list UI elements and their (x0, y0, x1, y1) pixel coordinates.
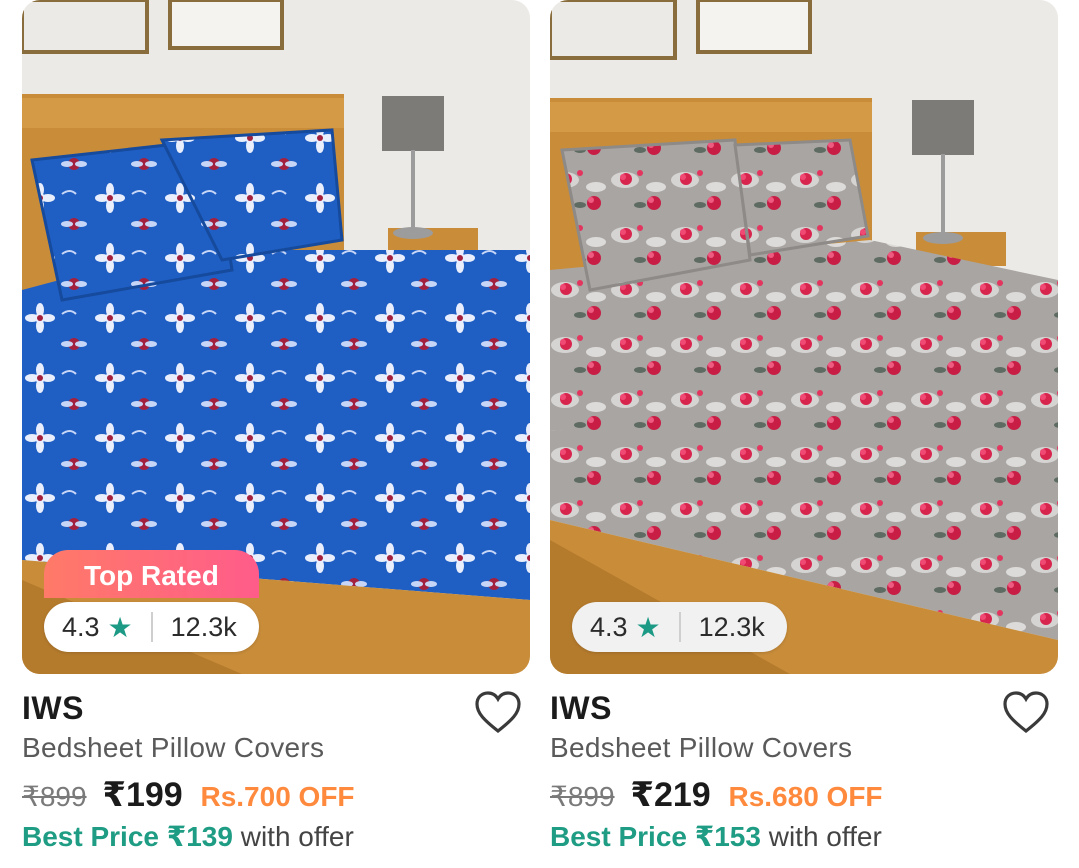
rating-value: 4.3 (62, 611, 100, 642)
top-rated-badge: Top Rated (44, 550, 259, 598)
product-card[interactable]: Top Rated 4.3 ★ 12.3k IWS Bedsheet Pillo… (22, 0, 530, 868)
brand-name: IWS (550, 690, 612, 726)
best-price-row: Best Price ₹139 with offer (22, 820, 354, 853)
discount-label: Rs.680 OFF (728, 781, 883, 812)
offer-suffix: with offer (768, 821, 882, 852)
heart-icon[interactable] (474, 690, 522, 734)
bedsheet-grey-image (550, 0, 1058, 674)
rating-pill: 4.3 ★ 12.3k (572, 602, 787, 652)
rating-pill: 4.3 ★ 12.3k (44, 602, 259, 652)
sale-price: ₹199 (102, 776, 183, 814)
heart-icon[interactable] (1002, 690, 1050, 734)
rating-divider (678, 612, 681, 642)
product-title: Bedsheet Pillow Covers (550, 732, 853, 763)
star-icon: ★ (635, 611, 661, 643)
review-count: 12.3k (170, 611, 237, 642)
best-price: Best Price ₹139 (22, 821, 233, 852)
price-row: ₹899 ₹219 Rs.680 OFF (550, 775, 883, 815)
discount-label: Rs.700 OFF (200, 781, 355, 812)
rating-value: 4.3 (590, 611, 628, 642)
original-price: ₹899 (22, 781, 87, 812)
offer-suffix: with offer (240, 821, 354, 852)
product-title: Bedsheet Pillow Covers (22, 732, 325, 763)
star-icon: ★ (107, 611, 133, 643)
price-row: ₹899 ₹199 Rs.700 OFF (22, 775, 355, 815)
product-image[interactable]: Top Rated 4.3 ★ 12.3k (22, 0, 530, 674)
product-image[interactable]: 4.3 ★ 12.3k (550, 0, 1058, 674)
best-price: Best Price ₹153 (550, 821, 761, 852)
brand-name: IWS (22, 690, 84, 726)
sale-price: ₹219 (630, 776, 711, 814)
best-price-row: Best Price ₹153 with offer (550, 820, 882, 853)
original-price: ₹899 (550, 781, 615, 812)
rating-divider (150, 612, 153, 642)
review-count: 12.3k (698, 611, 765, 642)
product-card[interactable]: 4.3 ★ 12.3k IWS Bedsheet Pillow Covers ₹… (550, 0, 1058, 868)
